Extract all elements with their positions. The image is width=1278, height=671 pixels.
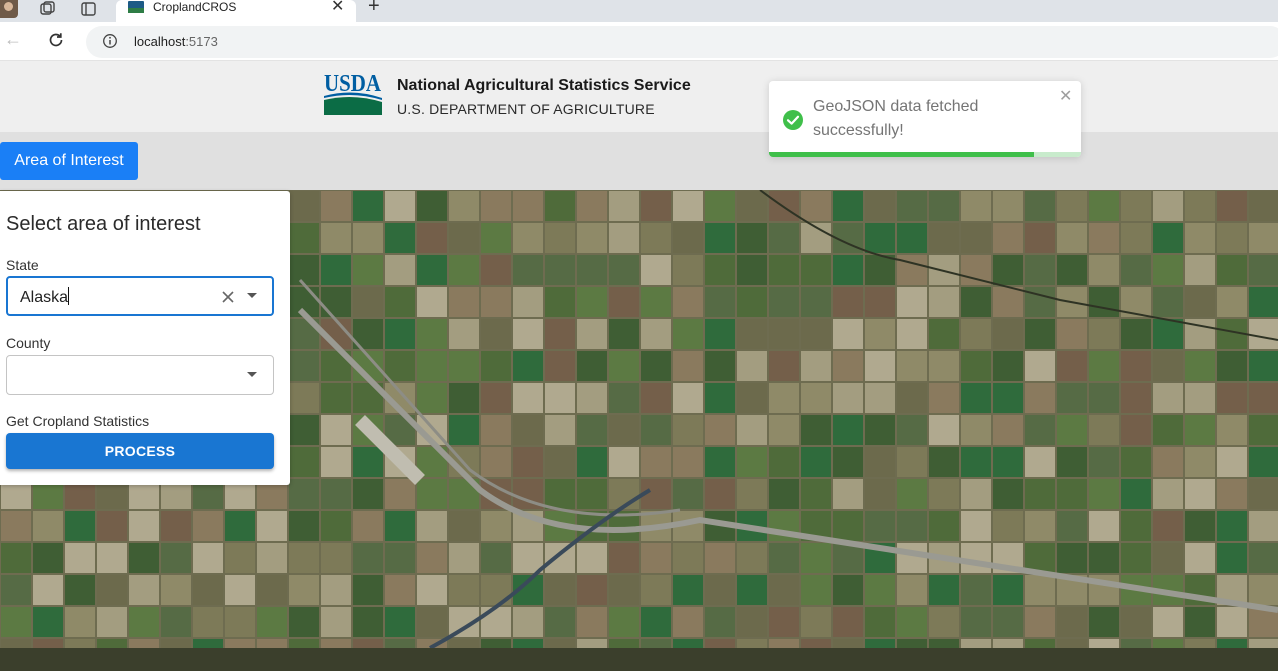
new-tab-icon[interactable]: + <box>368 0 380 16</box>
success-toast: GeoJSON data fetched successfully! ✕ <box>769 81 1081 157</box>
usda-favicon-icon <box>128 1 144 13</box>
state-select[interactable]: Alaska <box>6 276 274 316</box>
app-navbar: Area of Interest <box>0 132 1278 190</box>
department-name: U.S. DEPARTMENT OF AGRICULTURE <box>397 101 655 117</box>
county-label: County <box>6 335 51 351</box>
county-select[interactable] <box>6 355 274 395</box>
toast-progress-track <box>769 152 1081 157</box>
org-name: National Agricultural Statistics Service <box>397 77 691 94</box>
url-text: localhost:5173 <box>134 34 218 49</box>
browser-tabstrip: CroplandCROS ✕ + <box>0 0 1278 22</box>
close-icon[interactable]: ✕ <box>1059 88 1072 106</box>
clear-icon[interactable] <box>220 289 236 305</box>
info-icon[interactable] <box>102 33 118 49</box>
state-value-text: Alaska <box>20 289 69 306</box>
check-circle-icon <box>783 110 803 130</box>
reload-icon[interactable] <box>46 30 66 50</box>
active-tab[interactable]: CroplandCROS ✕ <box>116 0 356 22</box>
map-bottom-edge <box>0 648 1278 671</box>
address-bar[interactable]: localhost:5173 <box>86 26 1278 58</box>
area-of-interest-panel: Select area of interest State Alaska Cou… <box>0 191 290 485</box>
close-tab-icon[interactable]: ✕ <box>331 0 344 16</box>
text-cursor <box>68 287 70 305</box>
toast-progress-bar <box>769 152 1035 157</box>
browser-toolbar: ← localhost:5173 <box>0 22 1278 60</box>
process-button[interactable]: PROCESS <box>6 433 274 469</box>
state-select-value: Alaska <box>20 287 70 307</box>
workspaces-icon[interactable] <box>38 1 56 17</box>
url-port: :5173 <box>185 34 218 49</box>
usda-logo: USDA <box>324 71 382 115</box>
cropland-stats-label: Get Cropland Statistics <box>6 413 150 429</box>
back-icon[interactable]: ← <box>4 29 22 50</box>
app-header: USDA National Agricultural Statistics Se… <box>0 61 1278 132</box>
area-of-interest-button[interactable]: Area of Interest <box>0 142 138 180</box>
state-label: State <box>6 257 39 273</box>
profile-avatar[interactable] <box>0 0 18 18</box>
tab-actions-icon[interactable] <box>80 1 98 17</box>
chevron-down-icon[interactable] <box>247 372 257 377</box>
tab-title: CroplandCROS <box>153 0 237 14</box>
panel-title: Select area of interest <box>6 213 201 235</box>
chevron-down-icon[interactable] <box>247 293 257 298</box>
url-host: localhost <box>134 34 186 49</box>
toast-message: GeoJSON data fetched successfully! <box>813 98 979 139</box>
